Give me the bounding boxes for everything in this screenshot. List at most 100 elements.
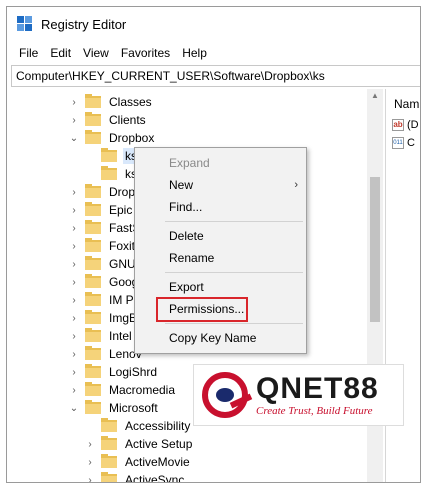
chevron-right-icon[interactable]: › [69,295,79,306]
tree-item-label: LogiShrd [109,365,158,379]
folder-icon [85,220,101,234]
tree-item[interactable]: › Macromedia [69,381,177,399]
context-menu-export[interactable]: Export [135,276,306,298]
folder-icon [85,274,101,288]
chevron-right-icon[interactable]: › [69,187,79,198]
qnet88-watermark: QNET88 Create Trust, Build Future [193,364,404,426]
tree-item[interactable]: › Googl [69,273,143,291]
folder-icon [85,400,101,414]
context-menu-label: Delete [169,229,204,243]
value-name: C [407,137,415,149]
value-row[interactable]: 011 C [392,135,415,151]
chevron-right-icon[interactable]: › [69,259,79,270]
folder-icon [85,238,101,252]
context-menu-label: New [169,178,194,192]
value-row[interactable]: ab (D [392,117,419,133]
tree-item[interactable]: › Lenov [69,345,144,363]
tree-item[interactable]: Accessibility [85,417,192,435]
folder-icon [85,364,101,378]
permissions-highlight-box [156,297,248,322]
tree-item-label: ActiveMovie [125,455,190,469]
tree-item-label: Dropbox [109,131,155,145]
tree-item[interactable]: › Clients [69,111,148,129]
logo-name: QNET88 [256,372,379,405]
tree-item-label: Active Setup [125,437,193,451]
menu-favorites[interactable]: Favorites [115,46,176,60]
folder-icon [101,148,117,162]
folder-icon [85,292,101,306]
tree-item[interactable]: › Classes [69,93,154,111]
folder-icon [85,94,101,108]
chevron-down-icon[interactable]: ⌄ [69,133,79,144]
chevron-right-icon[interactable]: › [69,277,79,288]
tree-item[interactable]: ks [85,147,139,165]
context-menu-label: Rename [169,251,215,265]
registry-editor-icon [17,16,33,32]
chevron-right-icon[interactable]: › [69,331,79,342]
menu-help[interactable]: Help [176,46,213,60]
address-bar[interactable]: Computer\HKEY_CURRENT_USER\Software\Drop… [11,65,420,87]
chevron-right-icon[interactable]: › [69,115,79,126]
chevron-right-icon[interactable]: › [69,97,79,108]
tree-item-label: Intel [109,329,132,343]
tree-item[interactable]: › LogiShrd [69,363,159,381]
chevron-right-icon[interactable]: › [69,385,79,396]
chevron-right-icon[interactable]: › [85,475,95,483]
tree-item-label: Macromedia [109,383,176,397]
context-menu-rename[interactable]: Rename [135,247,306,269]
menu-bar: File Edit View Favorites Help [7,43,213,63]
context-menu-delete[interactable]: Delete [135,225,306,247]
binary-value-icon: 011 [392,137,404,149]
folder-icon [101,472,117,482]
tree-item-label: Classes [109,95,152,109]
folder-icon [101,166,117,180]
chevron-right-icon[interactable]: › [69,349,79,360]
window-title: Registry Editor [41,16,127,32]
chevron-right-icon[interactable]: › [69,205,79,216]
scroll-up-arrow-icon[interactable]: ▲ [367,91,383,103]
chevron-right-icon[interactable]: › [69,241,79,252]
chevron-down-icon[interactable]: ⌄ [69,403,79,414]
menu-separator [165,221,303,222]
folder-icon [85,184,101,198]
tree-item[interactable]: › Active Setup [85,435,194,453]
tree-item[interactable]: › Intel [69,327,134,345]
tree-item[interactable]: ⌄ Microsoft [69,399,160,417]
context-menu-find[interactable]: Find... [135,196,306,218]
context-menu-copy-key-name[interactable]: Copy Key Name [135,327,306,349]
scroll-thumb[interactable] [370,177,380,322]
folder-icon [85,382,101,396]
menu-file[interactable]: File [13,46,44,60]
chevron-right-icon[interactable]: › [69,313,79,324]
menu-edit[interactable]: Edit [44,46,77,60]
context-menu-expand: Expand [135,152,306,174]
chevron-right-icon[interactable]: › [85,439,95,450]
submenu-arrow-icon: › [294,179,298,191]
tree-item[interactable]: › ActiveMovie [85,453,192,471]
tree-item-label: Microsoft [109,401,158,415]
tree-item[interactable]: › GNU [69,255,138,273]
tree-item[interactable]: › Dropb [69,183,144,201]
string-value-icon: ab [392,119,404,131]
context-menu-label: Export [169,280,204,294]
menu-view[interactable]: View [77,46,115,60]
tree-item-label: ActiveSync [125,473,185,483]
context-menu-new[interactable]: New › [135,174,306,196]
chevron-right-icon[interactable]: › [69,367,79,378]
chevron-right-icon[interactable]: › [85,457,95,468]
context-menu-label: Find... [169,200,203,214]
logo-tagline: Create Trust, Build Future [256,405,373,417]
tree-item-label: Clients [109,113,146,127]
menu-separator [165,272,303,273]
folder-icon [85,328,101,342]
chevron-right-icon[interactable]: › [69,223,79,234]
name-column-header[interactable]: Nam [394,97,419,111]
value-name: (D [407,119,419,131]
tree-item[interactable]: › ActiveSync [85,471,186,483]
tree-item[interactable]: ⌄ Dropbox [69,129,156,147]
folder-icon [85,310,101,324]
folder-icon [101,436,117,450]
